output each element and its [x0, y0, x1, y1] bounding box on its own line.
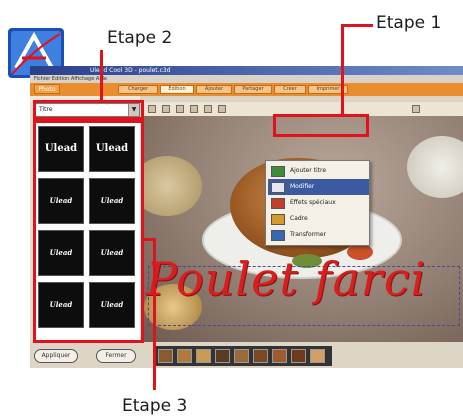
menu-bar[interactable]: Fichier Edition Affichage Aide: [30, 75, 463, 83]
step-2-highlight: [33, 100, 144, 120]
step-3-highlight: [33, 120, 144, 343]
filmstrip-frame[interactable]: [177, 349, 192, 363]
brand-button[interactable]: Photo: [34, 84, 60, 94]
zoom-icon[interactable]: [218, 105, 226, 113]
rotate-icon[interactable]: [204, 105, 212, 113]
save-icon[interactable]: [162, 105, 170, 113]
menu-item-label: Ajouter titre: [290, 167, 327, 174]
menu-item-label: Effets spéciaux: [290, 199, 336, 206]
filmstrip-frame[interactable]: [215, 349, 230, 363]
step-1-highlight: [273, 114, 369, 137]
menu-item-modify[interactable]: Modifier: [268, 179, 369, 195]
crop-icon[interactable]: [190, 105, 198, 113]
close-button[interactable]: Fermer: [96, 349, 136, 363]
step-3-label: Etape 3: [122, 396, 188, 416]
tab-create[interactable]: Créer: [274, 85, 306, 94]
step-3-leader-vertical: [153, 238, 156, 390]
step-1-label: Etape 1: [376, 13, 442, 33]
filmstrip-frame[interactable]: [310, 349, 325, 363]
filmstrip: [154, 346, 332, 366]
mode-bar: Photo Charger Edition Ajouter Partager C…: [30, 83, 463, 96]
filmstrip-frame[interactable]: [253, 349, 268, 363]
transform-icon: [271, 230, 285, 241]
filmstrip-frame[interactable]: [234, 349, 249, 363]
filmstrip-frame[interactable]: [158, 349, 173, 363]
tab-add[interactable]: Ajouter: [196, 85, 232, 94]
title-popup-menu: Ajouter titre Modifier Effets spéciaux C…: [265, 160, 370, 246]
menu-item-transform[interactable]: Transformer: [268, 227, 369, 243]
apply-button[interactable]: Appliquer: [34, 349, 78, 363]
menu-item-frame[interactable]: Cadre: [268, 211, 369, 227]
effects-icon: [271, 198, 285, 209]
tab-load[interactable]: Charger: [118, 85, 158, 94]
menu-item-effects[interactable]: Effets spéciaux: [268, 195, 369, 211]
window-title: Ulead Cool 3D - poulet.c3d: [30, 66, 463, 75]
title-text[interactable]: Poulet farci: [146, 252, 426, 306]
print-icon[interactable]: [176, 105, 184, 113]
menu-item-label: Modifier: [290, 183, 315, 190]
menu-item-label: Transformer: [290, 231, 327, 238]
step-2-label: Etape 2: [107, 28, 173, 48]
step-1-leader-horizontal: [343, 24, 373, 27]
frame-icon: [271, 214, 285, 225]
tab-edit[interactable]: Edition: [160, 85, 194, 94]
add-title-icon: [271, 166, 285, 177]
settings-icon[interactable]: [412, 105, 420, 113]
bottom-bar: Appliquer Fermer: [30, 342, 463, 368]
filmstrip-frame[interactable]: [196, 349, 211, 363]
tab-share[interactable]: Partager: [234, 85, 272, 94]
menu-item-label: Cadre: [290, 215, 308, 222]
undo-icon[interactable]: [148, 105, 156, 113]
salad-bowl: [142, 156, 202, 216]
step-2-leader-vertical: [100, 50, 103, 102]
modify-title-icon: [271, 182, 285, 193]
step-1-leader-vertical: [341, 24, 344, 116]
fruit-bowl: [407, 136, 463, 198]
menu-item-add-title[interactable]: Ajouter titre: [268, 163, 369, 179]
filmstrip-frame[interactable]: [272, 349, 287, 363]
filmstrip-frame[interactable]: [291, 349, 306, 363]
